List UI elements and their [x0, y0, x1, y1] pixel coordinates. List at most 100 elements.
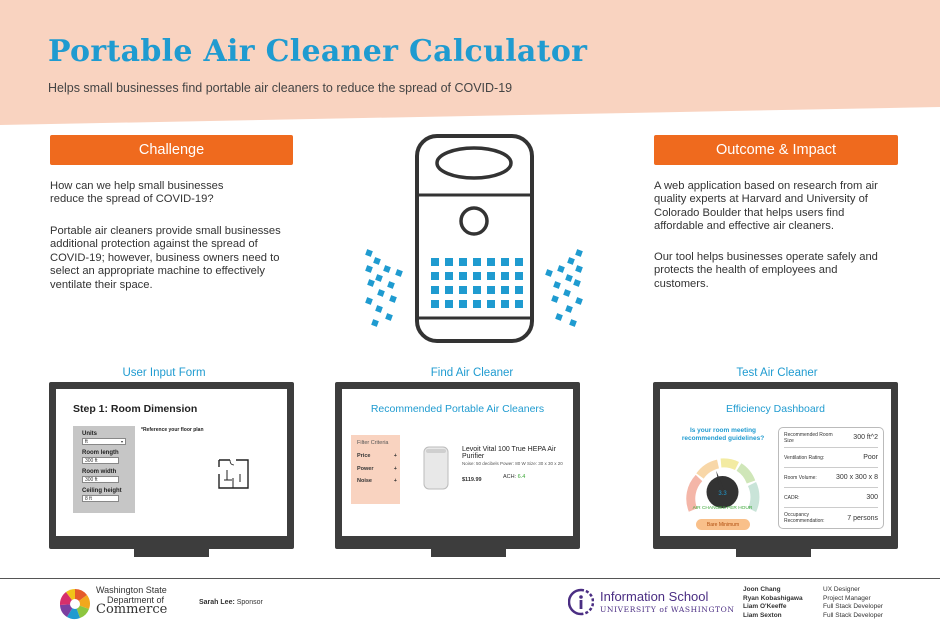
vent-dot [459, 286, 467, 294]
footer-divider [0, 578, 940, 579]
airflow-dot [375, 305, 383, 313]
airflow-dot [575, 265, 583, 273]
length-input[interactable]: 300 ft [82, 457, 119, 464]
ach-value: 6.4 [517, 474, 526, 480]
challenge-description: Portable air cleaners provide small busi… [50, 225, 281, 291]
vent-dot [459, 300, 467, 308]
vent-dot [501, 300, 509, 308]
commerce-logo-text: Washington State Department of Commerce [96, 585, 167, 615]
stat-label: Occupancy Recommendation: [784, 512, 825, 524]
product-specs: Noise: 50 decibels Power: 80 W Size: 30 … [462, 461, 563, 466]
vent-dot [445, 258, 453, 266]
sponsor-name: Sarah Lee: [199, 599, 235, 606]
filter-title: Filter Criteria [357, 440, 389, 446]
test-screen: Efficiency Dashboard Is your room meetin… [660, 389, 891, 536]
team-member-name: Liam Sexton [743, 611, 782, 619]
vent-dot [431, 258, 439, 266]
airflow-dot [551, 295, 559, 303]
airflow-dot [563, 289, 571, 297]
team-list: Joon Chang UX Designer Ryan Kobashigawa Pro… [743, 586, 913, 620]
challenge-heading: Challenge [50, 135, 293, 165]
ach-label: ACH: [503, 474, 517, 480]
airflow-dot [557, 265, 565, 273]
step-heading: Step 1: Room Dimension [73, 403, 198, 415]
stat-value: Poor [863, 454, 878, 461]
right-airflow-icon [545, 249, 583, 327]
floor-plan-icon [218, 459, 249, 489]
airflow-dot [375, 274, 383, 282]
filter-power[interactable]: Power + [357, 466, 397, 472]
product-price: $119.99 [462, 477, 482, 483]
airflow-dot [385, 313, 393, 321]
airflow-dot [575, 297, 583, 305]
width-input[interactable]: 300 ft [82, 476, 119, 483]
vent-dot [431, 272, 439, 280]
product-name[interactable]: Levoit Vital 100 True HEPA Air Purifier [462, 446, 573, 460]
vent-dot [501, 272, 509, 280]
page-title: Portable Air Cleaner Calculator [48, 34, 588, 69]
team-member-role: Project Manager [823, 594, 871, 602]
team-member: Liam O'Keeffe Full Stack Developer [743, 603, 913, 612]
filter-price[interactable]: Price + [357, 453, 397, 459]
vent-dot [473, 300, 481, 308]
team-member: Ryan Kobashigawa Project Manager [743, 595, 913, 604]
airflow-dot [545, 269, 553, 277]
units-select[interactable]: ft ▾ [82, 438, 126, 445]
vent-dot [445, 300, 453, 308]
vent-dot [473, 258, 481, 266]
monitor-stand [431, 546, 506, 557]
team-member-role: UX Designer [823, 586, 860, 593]
vent-dot [431, 300, 439, 308]
uw-name: UNIVERSITY of WASHINGTON [600, 605, 735, 614]
vent-dot [473, 272, 481, 280]
stat-row: Ventilation Rating: Poor [784, 448, 878, 468]
vent-dot [515, 300, 523, 308]
airflow-dot [567, 257, 575, 265]
form-panel: Units ft ▾ Room length 300 ft Room width… [73, 426, 135, 513]
stat-row: Room Volume: 300 x 300 x 8 [784, 468, 878, 488]
stat-value: 300 ft^2 [853, 434, 878, 441]
commerce-logo-icon [59, 589, 90, 620]
left-airflow-icon [365, 249, 403, 327]
team-member-role: Full Stack Developer [823, 603, 883, 610]
monitor-input-form: Step 1: Room Dimension Units ft ▾ Room l… [49, 382, 294, 549]
stat-row: Recommended Room Size 300 ft^2 [784, 428, 878, 448]
stat-value: 7 persons [847, 514, 878, 522]
airflow-dot [367, 279, 375, 287]
team-member-name: Ryan Kobashigawa [743, 594, 803, 602]
team-member-name: Joon Chang [743, 586, 781, 593]
filter-noise[interactable]: Noise + [357, 478, 397, 484]
vent-dot [487, 286, 495, 294]
vent-dot [515, 286, 523, 294]
find-screen: Recommended Portable Air Cleaners Filter… [342, 389, 573, 536]
chevron-down-icon: ▾ [120, 439, 123, 444]
airflow-dot [383, 265, 391, 273]
vent-dot [515, 272, 523, 280]
sponsor: Sarah Lee: Sponsor [199, 599, 263, 606]
airflow-dot [387, 281, 395, 289]
stat-label: Ventilation Rating: [784, 454, 825, 461]
stat-value: 300 [866, 494, 878, 501]
section-label-test: Test Air Cleaner [736, 367, 818, 379]
stat-row: CADR: 300 [784, 488, 878, 508]
vent-dot [459, 272, 467, 280]
plus-icon: + [393, 453, 397, 459]
height-label: Ceiling height [82, 488, 122, 494]
recommended-heading: Recommended Portable Air Cleaners [370, 403, 545, 415]
guideline-question: Is your room meeting recommended guideli… [681, 427, 765, 442]
airflow-dot [575, 249, 583, 257]
outcome-description: A web application based on research from… [654, 180, 878, 233]
outcome-impact: Our tool helps businesses operate safely… [654, 251, 878, 290]
dashboard-heading: Efficiency Dashboard [725, 403, 826, 415]
vent-dot [487, 258, 495, 266]
gauge-label: AIR CHANGES PER HOUR [692, 506, 753, 511]
airflow-dot [573, 279, 581, 287]
airflow-dot [565, 305, 573, 313]
vent-dot [473, 286, 481, 294]
vent-dot [501, 286, 509, 294]
length-label: Room length [82, 450, 119, 456]
airflow-dot [365, 249, 373, 257]
sponsor-role: Sponsor [234, 599, 263, 606]
ischool-name: Information School [600, 589, 709, 604]
height-input[interactable]: 8 ft [82, 495, 119, 502]
